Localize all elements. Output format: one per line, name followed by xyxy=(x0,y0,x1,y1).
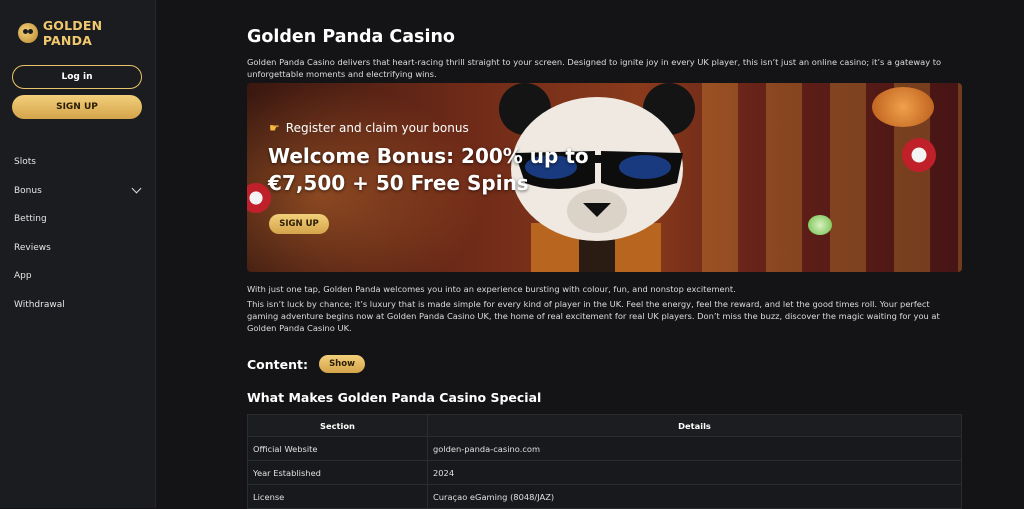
table-cell: Year Established xyxy=(247,460,428,485)
pointing-hand-icon: ☛ xyxy=(269,121,280,135)
sidebar-item-withdrawal[interactable]: Withdrawal xyxy=(14,291,144,320)
signup-button[interactable]: SIGN UP xyxy=(12,95,142,119)
info-table: Section Details Official Website golden-… xyxy=(247,414,962,509)
sidebar-item-label: Betting xyxy=(14,214,47,225)
content-label: Content: xyxy=(247,356,308,372)
bonus-banner[interactable]: ☛ Register and claim your bonus Welcome … xyxy=(247,83,962,272)
banner-subtitle: ☛ Register and claim your bonus xyxy=(269,121,469,135)
login-button[interactable]: Log in xyxy=(12,65,142,89)
sidebar-item-app[interactable]: App xyxy=(14,262,144,291)
page-title: Golden Panda Casino xyxy=(247,27,455,47)
sidebar-item-bonus[interactable]: Bonus xyxy=(14,177,144,206)
table-row: Official Website golden-panda-casino.com xyxy=(247,436,962,461)
chevron-down-icon[interactable] xyxy=(131,183,142,194)
table-cell: Curaçao eGaming (8048/JAZ) xyxy=(427,484,962,509)
panda-logo-icon xyxy=(18,23,38,43)
sidebar: GOLDEN PANDA Log in SIGN UP Slots Bonus … xyxy=(0,0,156,508)
banner-signup-button[interactable]: SIGN UP xyxy=(269,214,329,234)
section-title: What Makes Golden Panda Casino Special xyxy=(247,390,542,405)
sidebar-item-label: Withdrawal xyxy=(14,299,65,310)
website-link[interactable]: golden-panda-casino.com xyxy=(427,436,962,461)
sidebar-item-label: App xyxy=(14,271,32,282)
table-cell: 2024 xyxy=(427,460,962,485)
banner-headline: Welcome Bonus: 200% up to €7,500 + 50 Fr… xyxy=(268,144,589,195)
table-row: License Curaçao eGaming (8048/JAZ) xyxy=(247,484,962,509)
sidebar-item-betting[interactable]: Betting xyxy=(14,205,144,234)
casino-chip-icon xyxy=(808,215,832,235)
banner-subtitle-text: Register and claim your bonus xyxy=(285,121,469,135)
column-header: Details xyxy=(427,414,962,437)
brand-logo[interactable]: GOLDEN PANDA xyxy=(18,18,155,48)
table-header-row: Section Details xyxy=(247,414,962,437)
sidebar-nav: Slots Bonus Betting Reviews App Withdraw… xyxy=(14,148,144,319)
show-contents-button[interactable]: Show xyxy=(319,355,365,373)
table-of-contents: Content: Show xyxy=(247,355,365,373)
casino-chip-icon xyxy=(872,87,934,127)
table-cell: License xyxy=(247,484,428,509)
body-paragraph: This isn’t luck by chance; it’s luxury t… xyxy=(247,299,940,333)
sidebar-item-reviews[interactable]: Reviews xyxy=(14,234,144,263)
casino-chip-icon xyxy=(902,138,936,172)
table-cell: Official Website xyxy=(247,436,428,461)
column-header: Section xyxy=(247,414,428,437)
table-row: Year Established 2024 xyxy=(247,460,962,485)
brand-name: GOLDEN PANDA xyxy=(42,18,103,48)
body-paragraph: With just one tap, Golden Panda welcomes… xyxy=(247,284,736,294)
intro-text: Golden Panda Casino delivers that heart-… xyxy=(247,57,942,79)
sidebar-item-label: Reviews xyxy=(14,242,51,253)
sidebar-item-label: Slots xyxy=(14,157,36,168)
sidebar-item-slots[interactable]: Slots xyxy=(14,148,144,177)
sidebar-item-label: Bonus xyxy=(14,185,42,196)
